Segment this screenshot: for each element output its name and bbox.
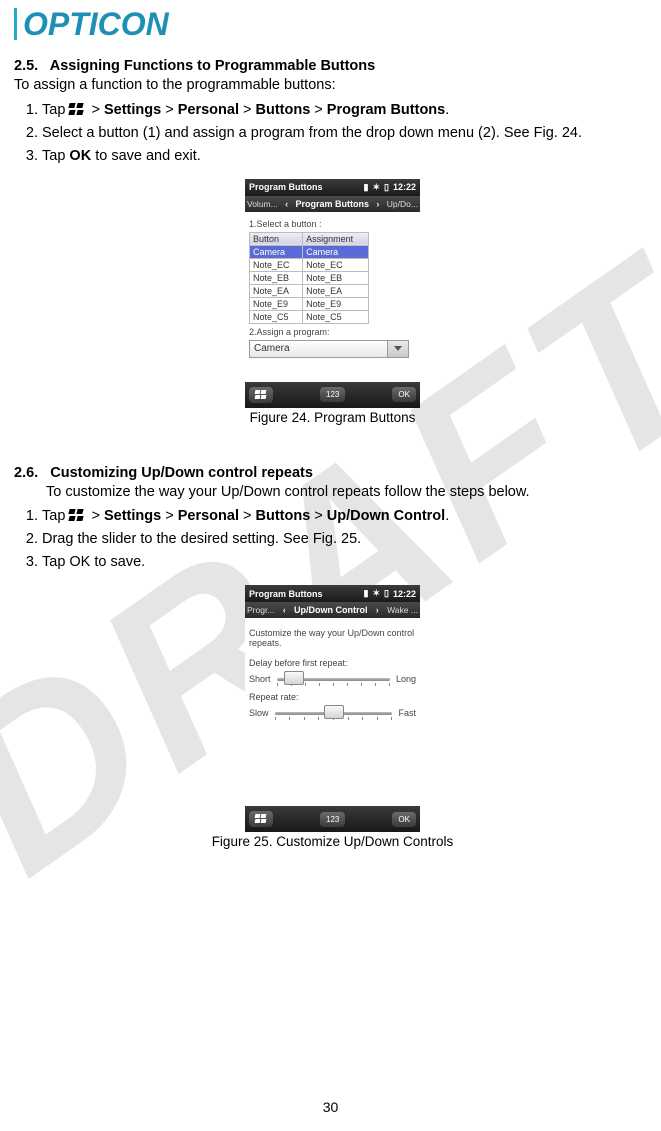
step-2: Drag the slider to the desired setting. … bbox=[42, 529, 651, 550]
heading-text: Customizing Up/Down control repeats bbox=[50, 465, 313, 481]
wifi-icon: ✶ bbox=[372, 182, 380, 193]
brand-logo: OPTICON bbox=[14, 8, 651, 40]
assign-program-label: 2.Assign a program: bbox=[249, 327, 416, 337]
table-row[interactable]: Note_C5Note_C5 bbox=[250, 310, 369, 323]
phone-statusbar: Program Buttons ▮ ✶ ▯ 12:22 bbox=[245, 585, 420, 602]
table-row[interactable]: Note_E9Note_E9 bbox=[250, 297, 369, 310]
keyboard-button[interactable]: 123 bbox=[320, 387, 345, 402]
step-2: Select a button (1) and assign a program… bbox=[42, 123, 651, 144]
clock: 12:22 bbox=[393, 589, 416, 599]
rate-label: Repeat rate: bbox=[249, 692, 416, 702]
phone-bottombar: 123 OK bbox=[245, 382, 420, 408]
table-row[interactable]: CameraCamera bbox=[250, 245, 369, 258]
step-3: Tap OK to save. bbox=[42, 552, 651, 573]
table-row[interactable]: Note_EBNote_EB bbox=[250, 271, 369, 284]
battery-icon: ▯ bbox=[384, 588, 389, 599]
windows-start-icon bbox=[255, 814, 267, 824]
phone-tabbar: Progr... ‹ Up/Down Control › Wake ... bbox=[245, 602, 420, 618]
page-number: 30 bbox=[0, 1099, 661, 1115]
phone-body: 1.Select a button : Button Assignment Ca… bbox=[245, 212, 420, 364]
signal-icon: ▮ bbox=[364, 182, 369, 193]
phone-screenshot-updown-control: Program Buttons ▮ ✶ ▯ 12:22 Progr... ‹ U… bbox=[245, 585, 420, 832]
description-text: Customize the way your Up/Down control r… bbox=[249, 628, 416, 648]
rate-slider[interactable] bbox=[275, 706, 393, 720]
ok-button[interactable]: OK bbox=[392, 812, 416, 827]
windows-start-icon bbox=[69, 509, 83, 521]
tab-center: Program Buttons bbox=[296, 199, 370, 209]
col-button: Button bbox=[250, 232, 303, 245]
phone-statusbar: Program Buttons ▮ ✶ ▯ 12:22 bbox=[245, 179, 420, 196]
section-2-6-steps: Tap > Settings > Personal > Buttons > Up… bbox=[14, 506, 651, 573]
clock: 12:22 bbox=[393, 182, 416, 192]
step-3: Tap OK to save and exit. bbox=[42, 146, 651, 167]
dropdown-value: Camera bbox=[254, 343, 290, 354]
windows-start-icon bbox=[69, 103, 83, 115]
dropdown-arrow-icon[interactable] bbox=[387, 341, 408, 357]
tab-center: Up/Down Control bbox=[294, 605, 368, 615]
wifi-icon: ✶ bbox=[372, 588, 380, 599]
long-label: Long bbox=[396, 674, 416, 684]
assign-program-dropdown[interactable]: Camera bbox=[249, 340, 409, 358]
fast-label: Fast bbox=[398, 708, 416, 718]
button-assignment-table[interactable]: Button Assignment CameraCamera Note_ECNo… bbox=[249, 232, 369, 324]
windows-start-icon bbox=[255, 390, 267, 400]
signal-icon: ▮ bbox=[364, 588, 369, 599]
short-label: Short bbox=[249, 674, 271, 684]
rate-slider-row: Slow Fast bbox=[249, 706, 416, 720]
statusbar-title: Program Buttons bbox=[249, 182, 323, 192]
keyboard-button[interactable]: 123 bbox=[320, 812, 345, 827]
chevron-right-icon[interactable]: › bbox=[374, 199, 381, 209]
heading-num: 2.6. bbox=[14, 465, 38, 481]
delay-label: Delay before first repeat: bbox=[249, 658, 416, 668]
step-1: Tap > Settings > Personal > Buttons > Pr… bbox=[42, 100, 651, 121]
figure-24-caption: Figure 24. Program Buttons bbox=[14, 410, 651, 425]
col-assignment: Assignment bbox=[303, 232, 369, 245]
start-button[interactable] bbox=[249, 387, 273, 403]
table-row[interactable]: Note_ECNote_EC bbox=[250, 258, 369, 271]
section-2-6-intro: To customize the way your Up/Down contro… bbox=[14, 483, 651, 503]
heading-text: Assigning Functions to Programmable Butt… bbox=[50, 58, 375, 74]
phone-body: Customize the way your Up/Down control r… bbox=[245, 618, 420, 788]
phone-bottombar: 123 OK bbox=[245, 806, 420, 832]
statusbar-title: Program Buttons bbox=[249, 589, 323, 599]
section-2-5-intro: To assign a function to the programmable… bbox=[14, 76, 651, 96]
heading-num: 2.5. bbox=[14, 58, 38, 74]
battery-icon: ▯ bbox=[384, 182, 389, 193]
tab-left[interactable]: Volum... bbox=[247, 199, 278, 209]
step-1: Tap > Settings > Personal > Buttons > Up… bbox=[42, 506, 651, 527]
figure-24: Program Buttons ▮ ✶ ▯ 12:22 Volum... ‹ P… bbox=[14, 179, 651, 425]
tab-right[interactable]: Wake ... bbox=[387, 605, 418, 615]
figure-25-caption: Figure 25. Customize Up/Down Controls bbox=[14, 834, 651, 849]
delay-slider-row: Short Long bbox=[249, 672, 416, 686]
ok-button[interactable]: OK bbox=[392, 387, 416, 402]
phone-screenshot-program-buttons: Program Buttons ▮ ✶ ▯ 12:22 Volum... ‹ P… bbox=[245, 179, 420, 408]
section-2-5-heading: 2.5. Assigning Functions to Programmable… bbox=[14, 58, 651, 74]
start-button[interactable] bbox=[249, 811, 273, 827]
page-content: OPTICON 2.5. Assigning Functions to Prog… bbox=[0, 0, 661, 849]
phone-tabbar: Volum... ‹ Program Buttons › Up/Do... bbox=[245, 196, 420, 212]
section-2-6-heading: 2.6. Customizing Up/Down control repeats bbox=[14, 465, 651, 481]
delay-slider[interactable] bbox=[277, 672, 390, 686]
select-button-label: 1.Select a button : bbox=[249, 219, 416, 229]
figure-25: Program Buttons ▮ ✶ ▯ 12:22 Progr... ‹ U… bbox=[14, 585, 651, 849]
slow-label: Slow bbox=[249, 708, 269, 718]
chevron-left-icon[interactable]: ‹ bbox=[283, 199, 290, 209]
chevron-right-icon[interactable]: › bbox=[374, 605, 381, 615]
brand-text: OPTICON bbox=[23, 6, 169, 42]
table-row[interactable]: Note_EANote_EA bbox=[250, 284, 369, 297]
tab-left[interactable]: Progr... bbox=[247, 605, 274, 615]
section-2-5-steps: Tap > Settings > Personal > Buttons > Pr… bbox=[14, 100, 651, 167]
tab-right[interactable]: Up/Do... bbox=[387, 199, 418, 209]
chevron-left-icon[interactable]: ‹ bbox=[281, 605, 288, 615]
